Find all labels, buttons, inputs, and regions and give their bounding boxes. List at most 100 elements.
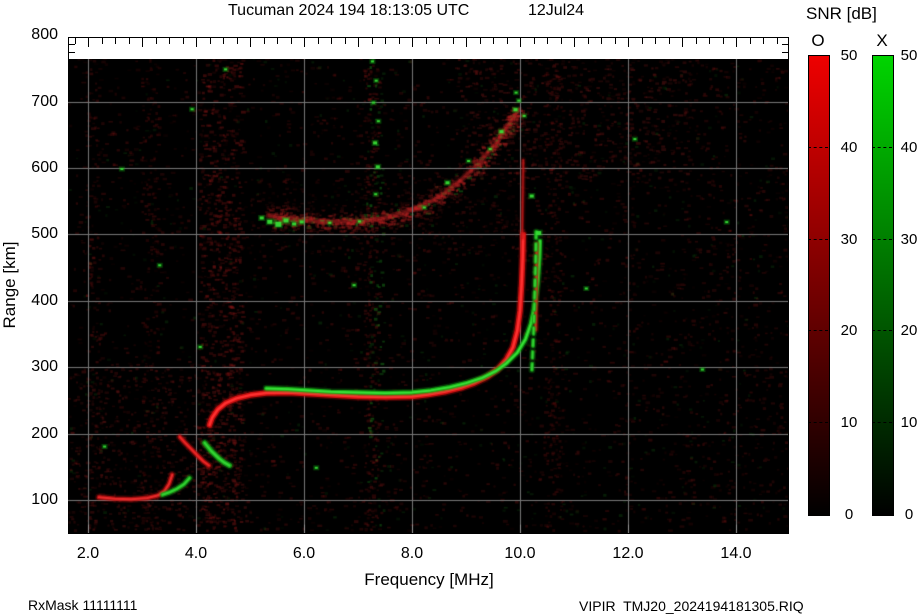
x-colorbar: [872, 55, 894, 516]
y-tick-label: 600: [31, 159, 58, 176]
colorbar-tick-dash: [872, 422, 892, 424]
axis-tick: [385, 38, 386, 44]
axis-tick: [655, 38, 656, 44]
axis-tick: [223, 38, 224, 44]
axis-tick: [290, 38, 292, 44]
axis-tick: [466, 38, 467, 47]
axis-tick: [317, 38, 319, 44]
colorbar-tick-label: 50: [840, 47, 858, 64]
y-axis-title: Range [km]: [0, 241, 19, 329]
axis-tick: [628, 38, 629, 47]
axis-tick: [520, 38, 521, 47]
colorbar-tick-label: 10: [900, 414, 918, 432]
axis-tick: [506, 38, 508, 44]
axis-tick: [69, 52, 75, 53]
axis-tick: [142, 38, 143, 47]
colorbar-tick-label: 20: [900, 322, 918, 340]
axis-tick: [782, 52, 788, 53]
axis-tick: [533, 38, 535, 44]
axis-tick: [641, 38, 643, 44]
axis-tick: [452, 38, 454, 44]
colorbar-tick-label: 30: [840, 230, 858, 248]
x-tick-label: 12.0: [612, 545, 644, 562]
axis-tick: [344, 38, 346, 44]
y-tick-label: 800: [31, 26, 58, 44]
axis-tick: [331, 38, 332, 44]
y-tick-label: 400: [31, 291, 58, 309]
axis-tick: [182, 38, 184, 44]
axis-tick: [682, 38, 683, 47]
y-tick-label: 100: [31, 491, 58, 508]
colorbar-tick-label: 40: [900, 138, 918, 156]
y-tick-label: 500: [31, 225, 58, 243]
x-tick-label: 10.0: [504, 545, 536, 562]
axis-tick: [668, 38, 670, 44]
colorbar-tick-dash: [872, 146, 892, 148]
axis-tick: [479, 38, 481, 44]
colorbar-tick-label: 20: [840, 322, 858, 340]
axis-tick: [155, 38, 157, 44]
x-tick-label: 2.0: [76, 545, 100, 562]
axis-tick: [277, 38, 278, 44]
x-tick-label: 8.0: [400, 545, 424, 562]
axis-tick: [169, 38, 170, 44]
axis-tick: [250, 38, 251, 47]
axis-tick: [749, 38, 751, 44]
axis-tick: [574, 38, 575, 47]
axis-tick: [547, 38, 548, 44]
y-tick-label: 300: [31, 358, 58, 376]
ionogram-canvas: [68, 59, 788, 533]
axis-tick: [601, 38, 602, 44]
axis-tick: [614, 38, 616, 44]
axis-tick: [425, 38, 427, 44]
axis-tick: [439, 38, 440, 44]
colorbar-tick-label: 10: [840, 414, 858, 432]
x-tick-label: 4.0: [184, 545, 208, 562]
colorbar-tick-dash: [808, 422, 828, 424]
axis-tick: [560, 38, 562, 44]
page-title: Tucuman 2024 194 18:13:05 UTC: [228, 2, 470, 19]
o-colorbar: [808, 55, 830, 516]
y-tick-label: 700: [31, 92, 58, 110]
colorbar-tick-dash: [808, 238, 828, 240]
colorbar-tick-dash: [808, 146, 828, 148]
x-mode-label: X: [876, 31, 888, 50]
o-mode-label: O: [811, 31, 825, 50]
axis-tick: [763, 38, 764, 44]
axis-tick: [236, 38, 238, 44]
axis-tick: [722, 38, 724, 44]
axis-tick: [263, 38, 265, 44]
y-tick-label: 200: [31, 424, 58, 442]
axis-tick: [358, 38, 359, 47]
colorbar-tick-label: 0: [904, 506, 914, 523]
colorbar-tick-dash: [872, 238, 892, 240]
axis-tick: [736, 38, 737, 47]
axis-tick: [371, 38, 373, 44]
date-label: 12Jul24: [528, 2, 585, 19]
axis-tick: [88, 38, 89, 47]
colorbar-tick-label: 50: [900, 47, 918, 64]
x-tick-label: 14.0: [720, 545, 752, 562]
axis-tick: [493, 38, 494, 44]
colorbar-tick-dash: [872, 330, 892, 332]
axis-tick: [196, 38, 197, 47]
colorbar-tick-label: 0: [844, 506, 854, 523]
axis-tick: [776, 38, 778, 44]
axis-tick: [709, 38, 710, 44]
axis-tick: [782, 44, 788, 45]
colorbar-title: SNR [dB]: [806, 4, 877, 23]
rx-mask-label: RxMask 11111111: [28, 597, 138, 613]
colorbar-tick-label: 30: [900, 230, 918, 248]
ionogram-page: Tucuman 2024 194 18:13:05 UTC 12Jul24 SN…: [0, 0, 922, 614]
axis-tick: [398, 38, 400, 44]
axis-tick: [304, 38, 305, 47]
axis-tick: [128, 38, 130, 44]
axis-tick: [101, 38, 103, 44]
axis-tick: [695, 38, 697, 44]
axis-tick: [115, 38, 116, 44]
x-tick-label: 6.0: [292, 545, 316, 562]
colorbar-tick-label: 40: [840, 138, 858, 156]
x-axis-title: Frequency [MHz]: [364, 570, 494, 589]
axis-tick: [69, 44, 75, 45]
axis-tick: [209, 38, 211, 44]
